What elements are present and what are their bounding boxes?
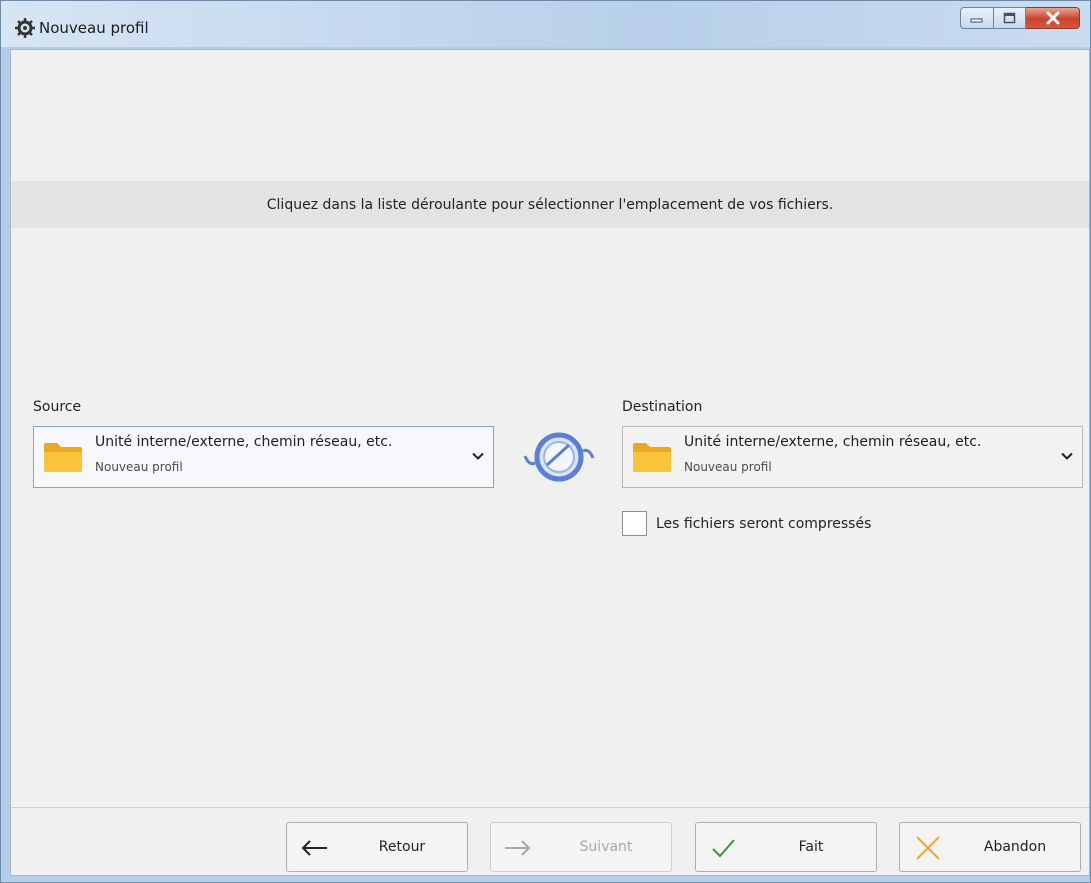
source-dropdown[interactable]: Unité interne/externe, chemin réseau, et… xyxy=(33,426,494,488)
next-label: Suivant xyxy=(579,839,633,855)
destination-profile-text: Nouveau profil xyxy=(684,460,772,474)
destination-label: Destination xyxy=(622,399,703,415)
back-button[interactable]: Retour xyxy=(286,822,468,872)
instruction-banner: Cliquez dans la liste déroulante pour sé… xyxy=(11,181,1089,228)
maximize-button[interactable] xyxy=(994,7,1026,29)
source-location-text: Unité interne/externe, chemin réseau, et… xyxy=(95,434,393,450)
chevron-down-icon[interactable] xyxy=(471,449,485,463)
title-bar[interactable]: Nouveau profil xyxy=(1,1,1090,47)
next-button[interactable]: Suivant xyxy=(490,822,672,872)
destination-location-text: Unité interne/externe, chemin réseau, et… xyxy=(684,434,982,450)
instruction-text: Cliquez dans la liste déroulante pour sé… xyxy=(266,196,834,213)
close-button[interactable] xyxy=(1026,7,1080,29)
done-button[interactable]: Fait xyxy=(695,822,877,872)
dialog-content: Cliquez dans la liste déroulante pour sé… xyxy=(10,49,1090,876)
destination-dropdown[interactable]: Unité interne/externe, chemin réseau, et… xyxy=(622,426,1083,488)
compress-checkbox[interactable] xyxy=(622,511,647,536)
source-profile-text: Nouveau profil xyxy=(95,460,183,474)
arrow-right-icon xyxy=(505,840,531,856)
done-label: Fait xyxy=(798,839,824,855)
close-icon xyxy=(1046,11,1059,25)
folder-icon xyxy=(44,443,82,472)
minimize-button[interactable] xyxy=(960,7,994,29)
sync-mirror-icon xyxy=(523,432,595,482)
cancel-button[interactable]: Abandon xyxy=(899,822,1081,872)
compress-label[interactable]: Les fichiers seront compressés xyxy=(656,516,871,532)
footer-divider xyxy=(11,807,1089,808)
chevron-down-icon[interactable] xyxy=(1060,449,1074,463)
window-controls xyxy=(960,7,1080,31)
maximize-icon xyxy=(1003,12,1015,24)
cancel-label: Abandon xyxy=(983,839,1047,855)
arrow-left-icon xyxy=(301,840,327,856)
application-window: Nouveau profil Cliquez dans la liste dér… xyxy=(0,0,1091,883)
source-label: Source xyxy=(33,399,82,415)
app-gear-icon xyxy=(15,18,35,38)
x-icon xyxy=(916,836,940,860)
window-title: Nouveau profil xyxy=(39,19,149,37)
minimize-icon xyxy=(970,18,983,23)
folder-icon xyxy=(633,443,671,472)
checkmark-icon xyxy=(712,839,735,858)
back-label: Retour xyxy=(378,839,426,855)
